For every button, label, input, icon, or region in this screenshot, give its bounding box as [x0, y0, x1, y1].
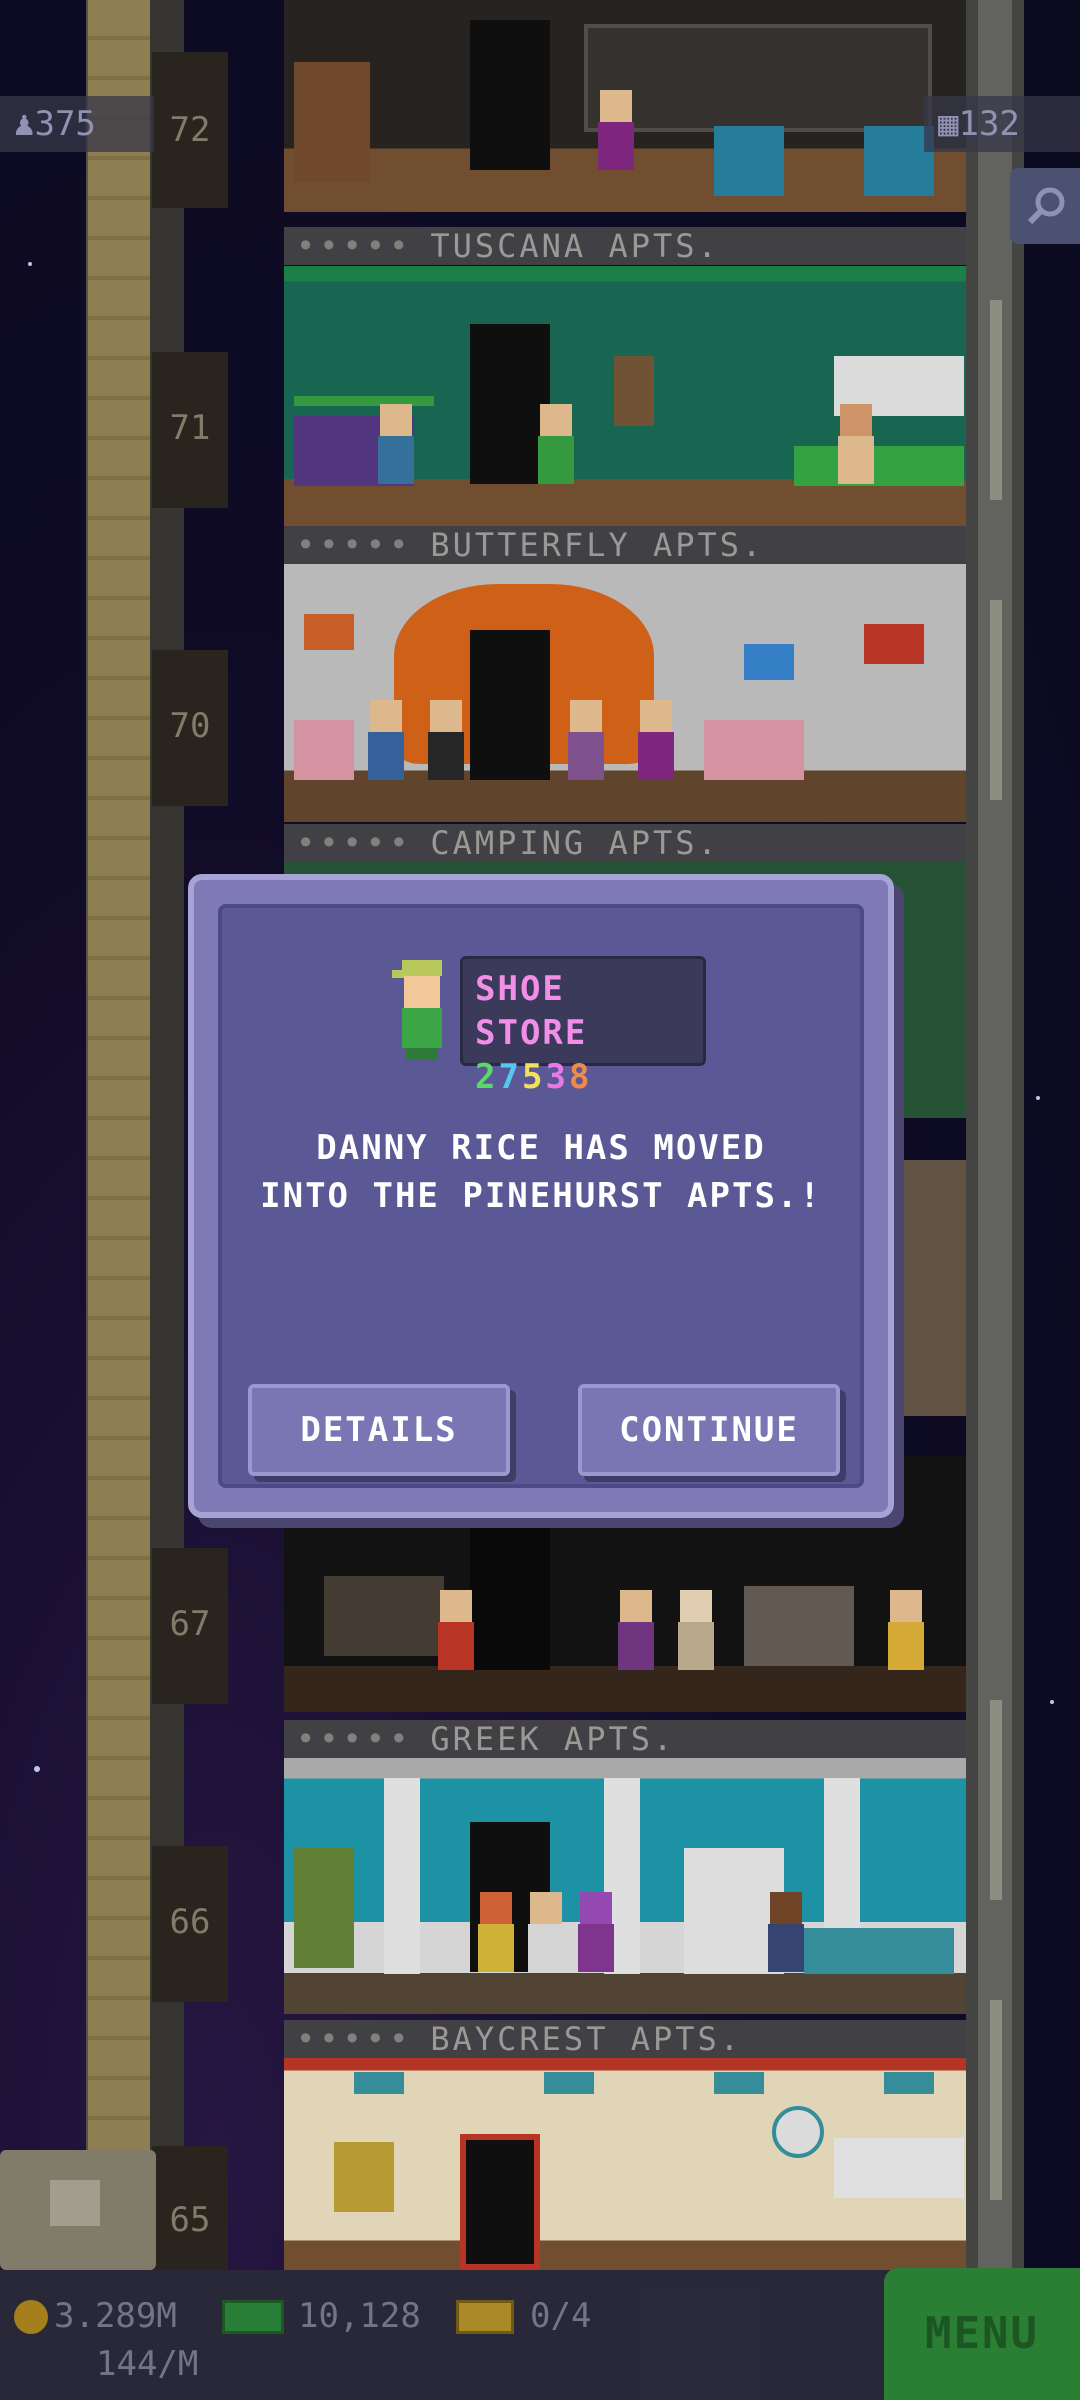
skill-digits: 27538 [475, 1055, 691, 1099]
details-button[interactable]: DETAILS [248, 1384, 510, 1476]
message-line: DANNY RICE HAS MOVED [316, 1128, 766, 1168]
move-in-dialog: SHOE STORE 27538 DANNY RICE HAS MOVED IN… [188, 874, 894, 1518]
skill-digit: 3 [545, 1057, 569, 1097]
dialog-message: DANNY RICE HAS MOVED INTO THE PINEHURST … [222, 1124, 860, 1220]
message-line: INTO THE PINEHURST APTS.! [260, 1176, 822, 1216]
skill-digit: 5 [521, 1057, 546, 1097]
skill-digit: 2 [475, 1057, 499, 1097]
dream-job-tag: SHOE STORE 27538 [460, 956, 706, 1097]
store-name: SHOE STORE [475, 969, 588, 1053]
skill-digit: 8 [568, 1057, 593, 1097]
resident-avatar [392, 960, 452, 1060]
dialog-panel: SHOE STORE 27538 DANNY RICE HAS MOVED IN… [218, 904, 864, 1488]
skill-digit: 7 [498, 1057, 522, 1097]
continue-button[interactable]: CONTINUE [578, 1384, 840, 1476]
